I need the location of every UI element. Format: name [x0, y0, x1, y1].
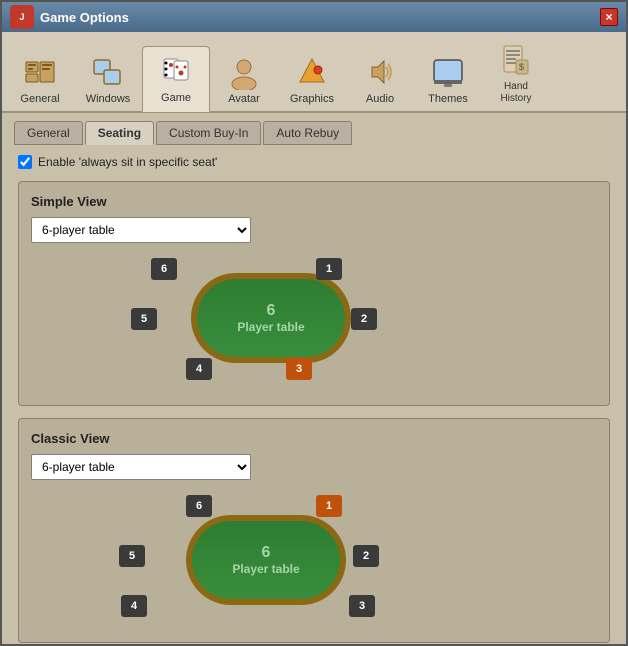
game-icon: [158, 53, 194, 89]
classic-view-dropdown[interactable]: 6-player table9-player table2-player tab…: [31, 454, 251, 480]
general-icon: [22, 54, 58, 90]
nav-label-audio: Audio: [366, 93, 394, 105]
nav-label-themes: Themes: [428, 93, 468, 105]
simple-view-title: Simple View: [31, 194, 597, 209]
classic-table-label: Player table: [232, 562, 299, 576]
always-sit-checkbox[interactable]: [18, 155, 32, 169]
classic-view-title: Classic View: [31, 431, 597, 446]
classic-view-dropdown-row: 6-player table9-player table2-player tab…: [31, 454, 597, 480]
tab-bar: General Seating Custom Buy-In Auto Rebuy: [2, 113, 626, 145]
always-sit-label: Enable 'always sit in specific seat': [38, 155, 217, 169]
tab-general[interactable]: General: [14, 121, 83, 145]
classic-seat-2[interactable]: 2: [353, 545, 379, 567]
nav-item-audio[interactable]: Audio: [346, 48, 414, 111]
nav-label-graphics: Graphics: [290, 93, 334, 105]
classic-seat-5[interactable]: 5: [119, 545, 145, 567]
tab-custom-buyin[interactable]: Custom Buy-In: [156, 121, 261, 145]
avatar-icon: [226, 54, 262, 90]
classic-table-num: 6: [262, 544, 271, 562]
graphics-icon: [294, 54, 330, 90]
main-window: J Game Options × General: [0, 0, 628, 646]
nav-item-graphics[interactable]: Graphics: [278, 48, 346, 111]
svg-text:$: $: [519, 62, 524, 72]
simple-view-panel: Simple View 6-player table9-player table…: [18, 181, 610, 406]
simple-seat-1[interactable]: 1: [316, 258, 342, 280]
simple-table-num: 6: [267, 302, 276, 320]
logo-text: J: [19, 12, 24, 22]
audio-icon: [362, 54, 398, 90]
simple-seat-3[interactable]: 3: [286, 358, 312, 380]
simple-view-dropdown-row: 6-player table9-player table2-player tab…: [31, 217, 597, 243]
app-logo: J: [10, 5, 34, 29]
window-title: Game Options: [40, 10, 600, 25]
simple-view-table-area: 6 Player table 6 1 2 3 4 5: [31, 253, 597, 393]
nav-label-general: General: [20, 93, 59, 105]
nav-item-windows[interactable]: Windows: [74, 48, 142, 111]
nav-item-general[interactable]: General: [6, 48, 74, 111]
nav-item-avatar[interactable]: Avatar: [210, 48, 278, 111]
classic-seat-3[interactable]: 3: [349, 595, 375, 617]
nav-item-hand-history[interactable]: $ HandHistory: [482, 36, 550, 111]
always-sit-row: Enable 'always sit in specific seat': [18, 155, 610, 169]
tab-auto-rebuy[interactable]: Auto Rebuy: [263, 121, 352, 145]
nav-label-hand-history: HandHistory: [500, 81, 531, 105]
simple-seat-5[interactable]: 5: [131, 308, 157, 330]
simple-table-label: Player table: [237, 320, 304, 334]
simple-seat-6[interactable]: 6: [151, 258, 177, 280]
simple-view-dropdown[interactable]: 6-player table9-player table2-player tab…: [31, 217, 251, 243]
simple-seat-4[interactable]: 4: [186, 358, 212, 380]
classic-seat-1[interactable]: 1: [316, 495, 342, 517]
tab-seating[interactable]: Seating: [85, 121, 154, 145]
classic-seat-6[interactable]: 6: [186, 495, 212, 517]
nav-item-themes[interactable]: Themes: [414, 48, 482, 111]
simple-view-table: 6 Player table: [191, 273, 351, 363]
themes-icon: [430, 54, 466, 90]
nav-label-avatar: Avatar: [228, 93, 260, 105]
classic-view-panel: Classic View 6-player table9-player tabl…: [18, 418, 610, 643]
title-bar: J Game Options ×: [2, 2, 626, 32]
hand-history-icon: $: [498, 42, 534, 78]
nav-item-game[interactable]: Game: [142, 46, 210, 112]
windows-icon: [90, 54, 126, 90]
nav-bar: General Windows: [2, 32, 626, 113]
classic-view-table-area: 6 Player table 6 1 2 3 4 5: [31, 490, 597, 630]
classic-seat-4[interactable]: 4: [121, 595, 147, 617]
content-area: Enable 'always sit in specific seat' Sim…: [2, 145, 626, 644]
classic-view-table: 6 Player table: [186, 515, 346, 605]
simple-seat-2[interactable]: 2: [351, 308, 377, 330]
nav-label-game: Game: [161, 92, 191, 104]
close-button[interactable]: ×: [600, 8, 618, 26]
nav-label-windows: Windows: [86, 93, 131, 105]
